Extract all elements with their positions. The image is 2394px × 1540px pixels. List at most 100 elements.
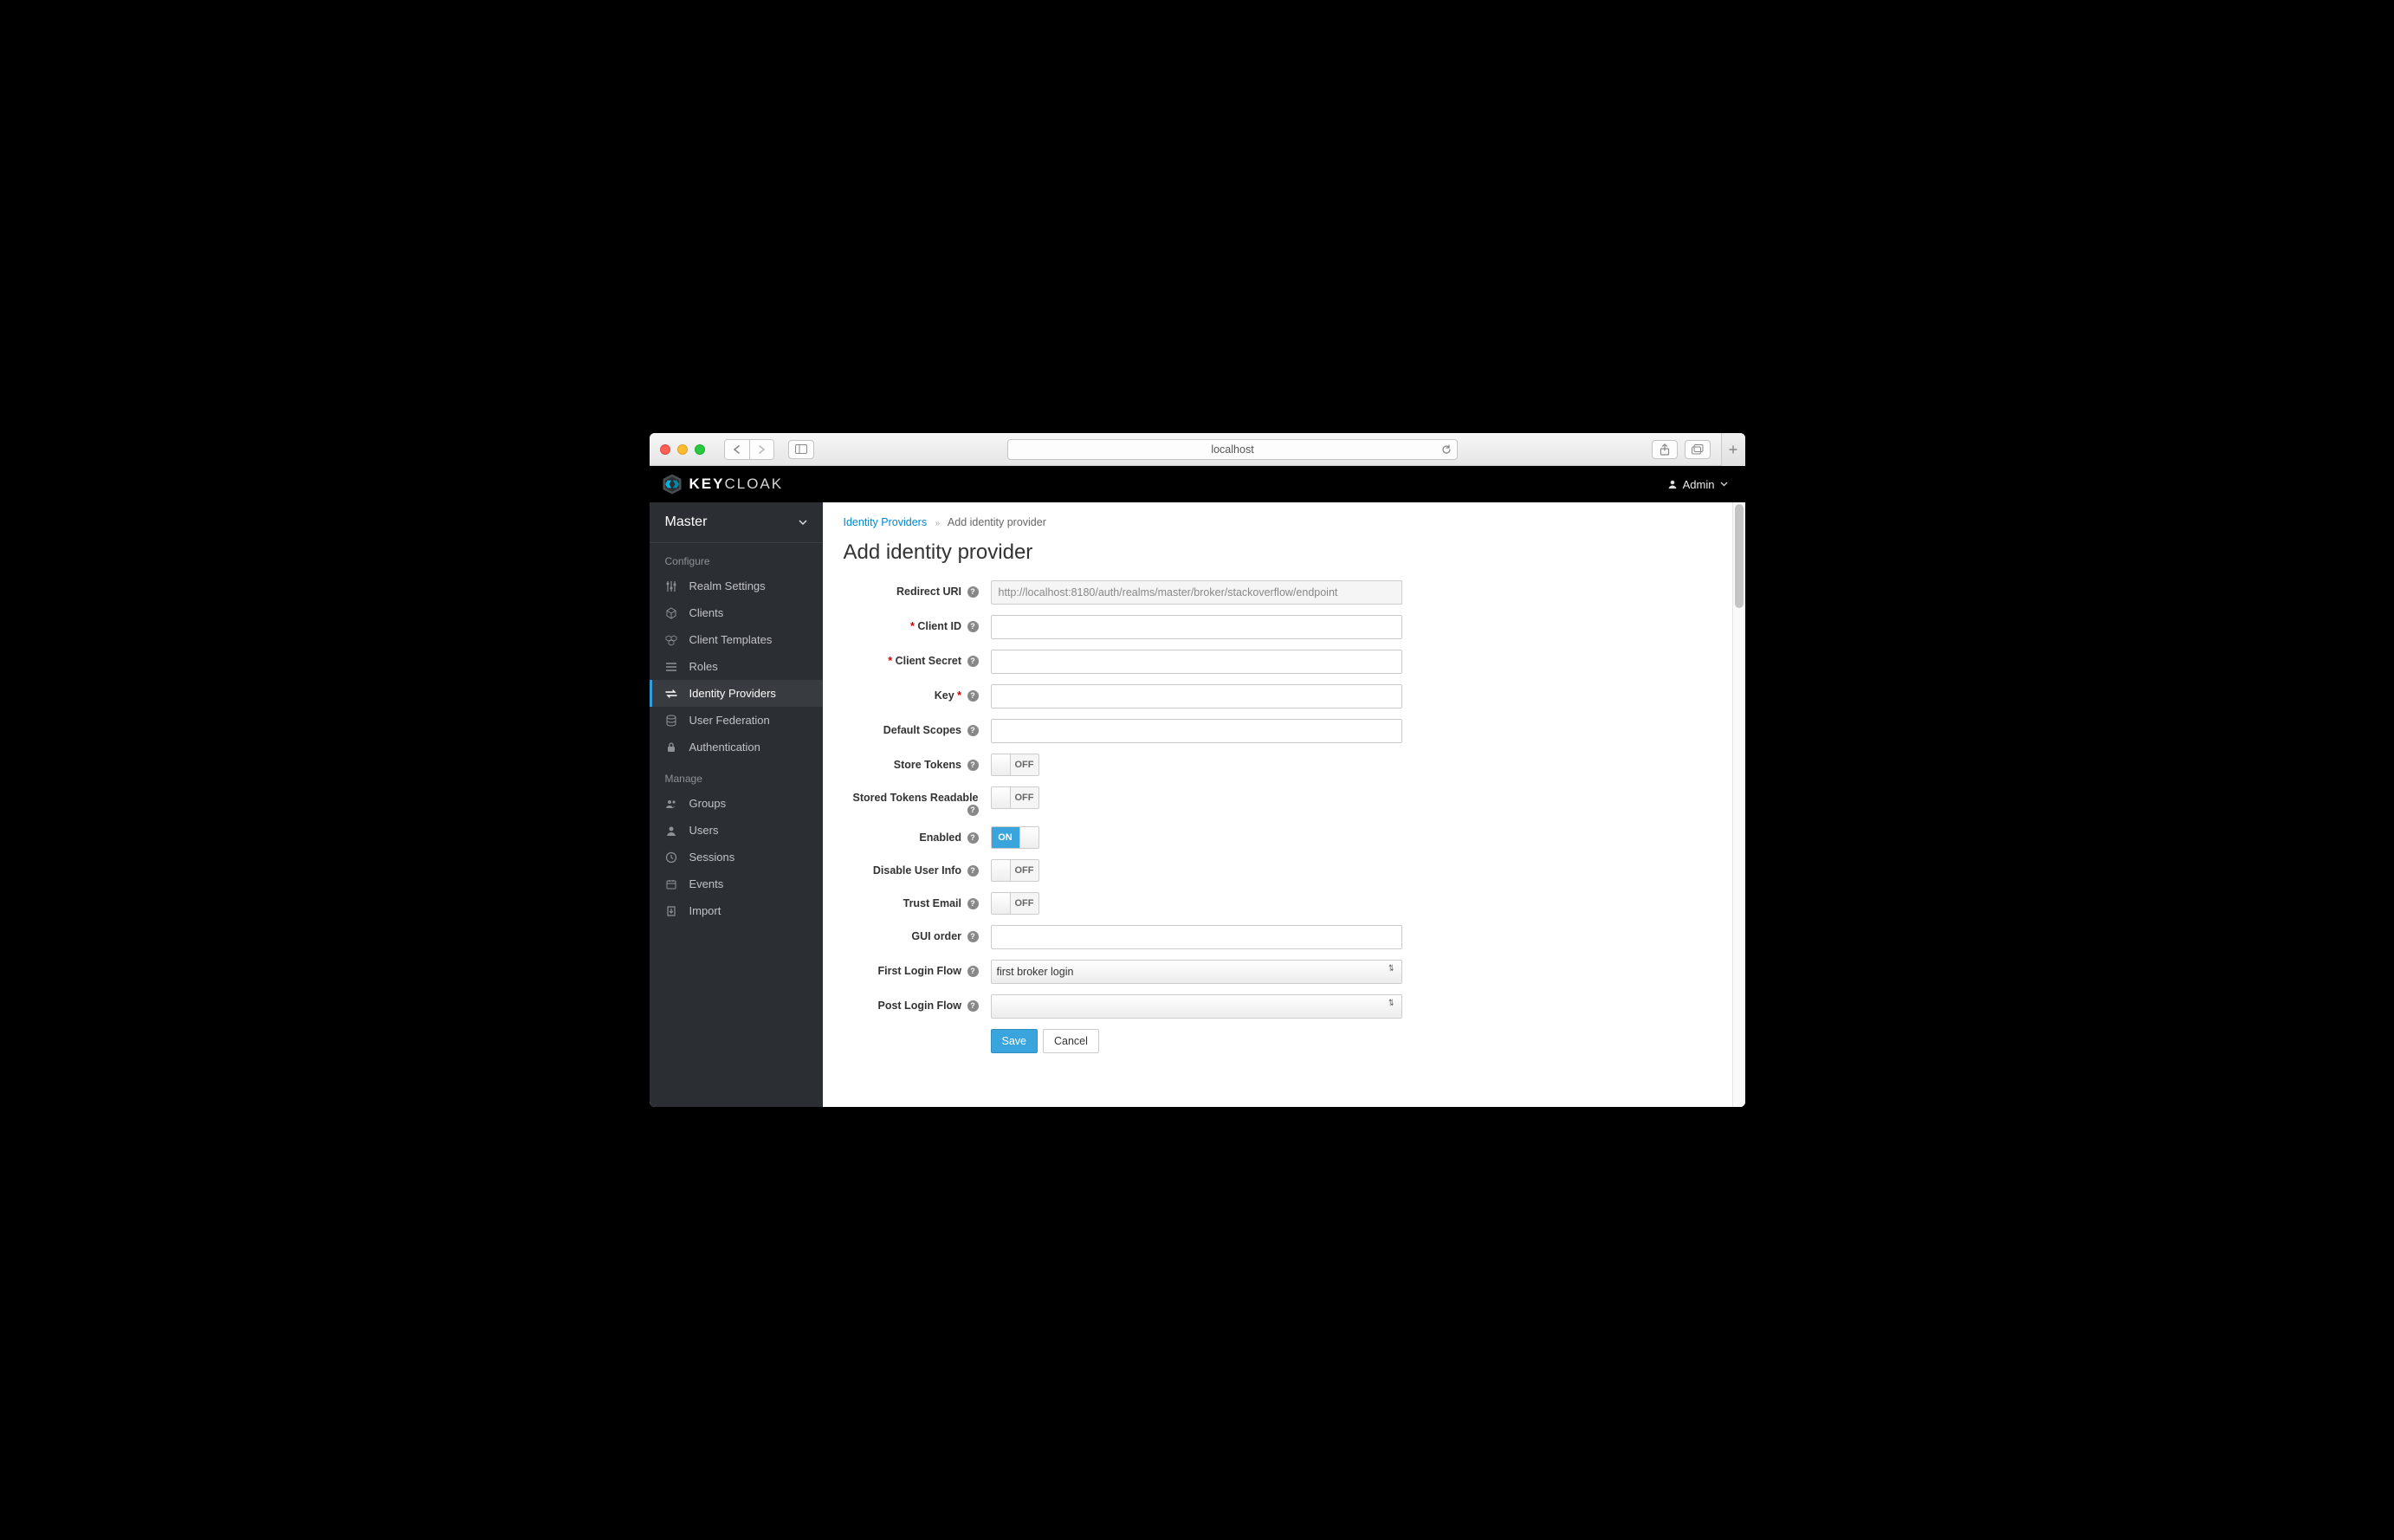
help-icon[interactable]: ? (967, 832, 979, 844)
disable-user-info-toggle[interactable]: OFF (991, 859, 1039, 882)
window-close-icon[interactable] (660, 444, 670, 455)
sidebar-item-identity-providers[interactable]: Identity Providers (650, 680, 823, 707)
store-tokens-toggle[interactable]: OFF (991, 754, 1039, 776)
key-field[interactable] (991, 684, 1402, 709)
address-host: localhost (1017, 443, 1448, 456)
brand-text: KEYCLOAK (689, 476, 784, 493)
cubes-icon (665, 634, 679, 646)
sidebar: Master Configure Realm Settings Clients … (650, 502, 823, 1107)
label-first-login-flow: First Login Flow ? (844, 960, 991, 977)
first-login-flow-select[interactable]: first broker login (991, 960, 1402, 984)
help-icon[interactable]: ? (967, 1000, 979, 1012)
default-scopes-field[interactable] (991, 719, 1402, 743)
realm-name: Master (665, 514, 708, 530)
user-icon (1667, 479, 1678, 489)
reload-icon[interactable] (1441, 444, 1452, 455)
nav-arrows (724, 439, 774, 460)
keycloak-icon (660, 472, 684, 496)
tabs-button[interactable] (1685, 440, 1711, 459)
sidebar-item-label: Groups (689, 797, 727, 810)
save-button[interactable]: Save (991, 1029, 1038, 1053)
chevron-down-icon (1720, 482, 1728, 487)
label-trust-email: Trust Email ? (844, 892, 991, 909)
help-icon[interactable]: ? (967, 690, 979, 702)
help-icon[interactable]: ? (967, 760, 979, 771)
realm-selector[interactable]: Master (650, 502, 823, 543)
vertical-scrollbar[interactable] (1732, 502, 1745, 1107)
help-icon[interactable]: ? (967, 621, 979, 632)
help-icon[interactable]: ? (967, 656, 979, 667)
section-configure: Configure (650, 543, 823, 573)
app: KEYCLOAK Admin Master Configure Realm Se… (650, 466, 1745, 1107)
breadcrumb-parent[interactable]: Identity Providers (844, 516, 928, 528)
back-button[interactable] (725, 440, 749, 459)
scrollbar-thumb[interactable] (1735, 504, 1744, 608)
calendar-icon (665, 878, 679, 890)
user-menu[interactable]: Admin (1667, 478, 1728, 491)
label-stored-tokens-readable: Stored Tokens Readable ? (844, 786, 991, 816)
help-icon[interactable]: ? (967, 898, 979, 909)
sidebar-toggle-button[interactable] (788, 440, 814, 459)
main-content: Identity Providers » Add identity provid… (823, 502, 1745, 1107)
breadcrumb-current: Add identity provider (948, 516, 1046, 528)
help-icon[interactable]: ? (967, 966, 979, 977)
label-client-id: * Client ID ? (844, 615, 991, 632)
breadcrumb-separator: » (935, 519, 941, 528)
window-minimize-icon[interactable] (677, 444, 688, 455)
stored-tokens-readable-toggle[interactable]: OFF (991, 786, 1039, 809)
sidebar-item-label: Users (689, 824, 719, 837)
enabled-toggle[interactable]: ON (991, 826, 1039, 849)
label-redirect-uri: Redirect URI ? (844, 580, 991, 598)
browser-window: localhost (650, 433, 1745, 1107)
sidebar-item-events[interactable]: Events (650, 870, 823, 897)
help-icon[interactable]: ? (967, 586, 979, 598)
sidebar-item-sessions[interactable]: Sessions (650, 844, 823, 870)
sidebar-item-client-templates[interactable]: Client Templates (650, 626, 823, 653)
breadcrumb: Identity Providers » Add identity provid… (844, 516, 1724, 528)
sidebar-item-roles[interactable]: Roles (650, 653, 823, 680)
post-login-flow-select[interactable] (991, 994, 1402, 1019)
lock-icon (665, 741, 679, 754)
label-gui-order: GUI order ? (844, 925, 991, 942)
redirect-uri-field[interactable] (991, 580, 1402, 605)
help-icon[interactable]: ? (967, 805, 979, 816)
sidebar-item-import[interactable]: Import (650, 897, 823, 924)
sidebar-item-label: Events (689, 877, 724, 890)
share-button[interactable] (1652, 440, 1678, 459)
exchange-icon (665, 688, 679, 700)
sidebar-icon (795, 444, 807, 454)
new-tab-button[interactable] (1721, 433, 1745, 466)
client-secret-field[interactable] (991, 650, 1402, 674)
sidebar-item-groups[interactable]: Groups (650, 790, 823, 817)
address-bar[interactable]: localhost (1007, 439, 1458, 460)
label-store-tokens: Store Tokens ? (844, 754, 991, 771)
sidebar-item-label: Clients (689, 606, 724, 619)
client-id-field[interactable] (991, 615, 1402, 639)
help-icon[interactable]: ? (967, 865, 979, 877)
sidebar-item-label: Authentication (689, 741, 760, 754)
sidebar-item-realm-settings[interactable]: Realm Settings (650, 573, 823, 599)
app-body: Master Configure Realm Settings Clients … (650, 502, 1745, 1107)
brand-logo[interactable]: KEYCLOAK (660, 472, 784, 496)
sidebar-item-label: Roles (689, 660, 718, 673)
forward-button[interactable] (749, 440, 773, 459)
sidebar-item-user-federation[interactable]: User Federation (650, 707, 823, 734)
form-actions: Save Cancel (991, 1029, 1724, 1053)
chevron-down-icon (799, 520, 807, 526)
clock-icon (665, 851, 679, 864)
sidebar-item-label: Realm Settings (689, 579, 766, 592)
help-icon[interactable]: ? (967, 725, 979, 736)
chevron-right-icon (758, 445, 766, 454)
cancel-button[interactable]: Cancel (1043, 1029, 1099, 1053)
trust-email-toggle[interactable]: OFF (991, 892, 1039, 915)
sidebar-item-authentication[interactable]: Authentication (650, 734, 823, 760)
label-default-scopes: Default Scopes ? (844, 719, 991, 736)
sidebar-item-clients[interactable]: Clients (650, 599, 823, 626)
label-client-secret: * Client Secret ? (844, 650, 991, 667)
gui-order-field[interactable] (991, 925, 1402, 949)
sidebar-item-users[interactable]: Users (650, 817, 823, 844)
help-icon[interactable]: ? (967, 931, 979, 942)
window-zoom-icon[interactable] (695, 444, 705, 455)
label-enabled: Enabled ? (844, 826, 991, 844)
section-manage: Manage (650, 760, 823, 790)
